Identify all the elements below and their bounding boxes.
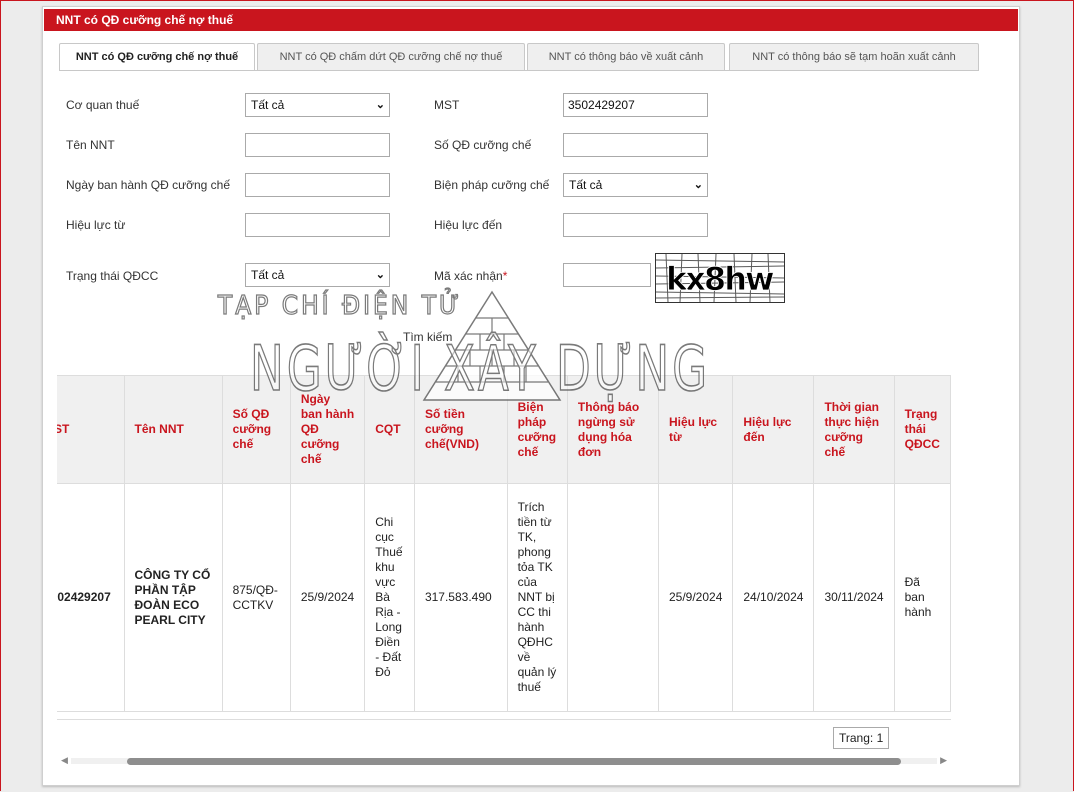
main-panel: NNT có QĐ cưỡng chế nợ thuế NNT có QĐ cư… (42, 6, 1020, 786)
captcha-image: kx8hw (655, 253, 785, 303)
chevron-down-icon: ⌄ (375, 99, 385, 111)
col-header-mst[interactable]: MST (57, 375, 125, 484)
trang-thai-select[interactable]: Tất cả ⌄ (245, 263, 390, 287)
col-header-ngay-ban-hanh[interactable]: Ngày ban hành QĐ cưỡng chế (289, 375, 366, 484)
scroll-right-icon[interactable]: ▶ (940, 755, 947, 766)
col-header-hieu-luc-den[interactable]: Hiệu lực đến (732, 375, 815, 484)
co-quan-thue-select[interactable]: Tất cả ⌄ (245, 93, 390, 117)
cell-so-tien: 317.583.490 (413, 483, 508, 712)
cell-hieu-luc-tu: 25/9/2024 (657, 483, 734, 712)
ten-nnt-label: Tên NNT (66, 138, 115, 152)
cell-bien-phap: Trích tiền từ TK, phong tỏa TK của NNT b… (506, 483, 568, 712)
search-button[interactable]: Tìm kiếm (403, 330, 452, 344)
tab-qd-cuong-che[interactable]: NNT có QĐ cưỡng chế nợ thuế (59, 43, 255, 71)
mst-label: MST (434, 98, 460, 112)
cell-cqt: Chi cục Thuế khu vực Bà Rịa - Long Điền … (364, 483, 415, 712)
ma-xac-nhan-label: Mã xác nhận* (434, 269, 507, 283)
tab-tam-hoan-xuat-canh[interactable]: NNT có thông báo sẽ tạm hoãn xuất cảnh (729, 43, 979, 71)
col-header-hieu-luc-tu[interactable]: Hiệu lực từ (657, 375, 734, 484)
so-qd-input[interactable] (563, 133, 708, 157)
pagination[interactable]: Trang: 1 (833, 727, 890, 749)
col-header-thong-bao-hoa-don[interactable]: Thông báo ngừng sử dụng hóa đơn (566, 375, 659, 484)
tab-thong-bao-xuat-canh[interactable]: NNT có thông báo về xuất cảnh (527, 43, 725, 71)
hieu-luc-tu-input[interactable] (245, 213, 390, 237)
hieu-luc-den-label: Hiệu lực đến (434, 218, 503, 232)
cell-so-qd: 875/QĐ-CCTKV (221, 483, 291, 712)
hieu-luc-den-input[interactable] (563, 213, 708, 237)
cell-mst: 3502429207 (57, 483, 125, 712)
required-mark: * (502, 269, 508, 283)
panel-title: NNT có QĐ cưỡng chế nợ thuế (44, 9, 1018, 31)
ngay-ban-hanh-label: Ngày ban hành QĐ cưỡng chế (66, 178, 230, 192)
scroll-left-icon[interactable]: ◀ (61, 755, 68, 766)
ngay-ban-hanh-input[interactable] (245, 173, 390, 197)
bien-phap-value: Tất cả (569, 178, 603, 192)
ten-nnt-input[interactable] (245, 133, 390, 157)
cell-thong-bao-hoa-don (566, 483, 659, 712)
table-row: 3502429207 CÔNG TY CỔ PHẦN TẬP ĐOÀN ECO … (57, 483, 951, 712)
cell-ten-nnt: CÔNG TY CỔ PHẦN TẬP ĐOÀN ECO PEARL CITY (123, 483, 223, 712)
col-header-cqt[interactable]: CQT (364, 375, 415, 484)
bien-phap-label: Biện pháp cưỡng chế (434, 178, 550, 192)
trang-thai-value: Tất cả (251, 268, 285, 282)
ma-xac-nhan-text: Mã xác nhận (434, 269, 503, 283)
tab-cham-dut-qd[interactable]: NNT có QĐ chấm dứt QĐ cưỡng chế nợ thuế (257, 43, 525, 71)
col-header-trang-thai[interactable]: Trạng thái QĐCC (893, 375, 951, 484)
mst-input[interactable]: 3502429207 (563, 93, 708, 117)
so-qd-label: Số QĐ cưỡng chế (434, 138, 532, 152)
scroll-thumb[interactable] (127, 758, 901, 765)
col-header-so-qd[interactable]: Số QĐ cưỡng chế (221, 375, 291, 484)
cell-hieu-luc-den: 24/10/2024 (732, 483, 815, 712)
captcha-text: kx8hw (666, 260, 774, 298)
bien-phap-select[interactable]: Tất cả ⌄ (563, 173, 708, 197)
co-quan-thue-value: Tất cả (251, 98, 285, 112)
results-table-viewport[interactable]: MST Tên NNT Số QĐ cưỡng chế Ngày ban hàn… (57, 375, 951, 720)
chevron-down-icon: ⌄ (375, 269, 385, 281)
co-quan-thue-label: Cơ quan thuế (66, 98, 140, 112)
cell-trang-thai: Đã ban hành (893, 483, 951, 712)
cell-thoi-gian: 30/11/2024 (813, 483, 895, 712)
table-header-row: MST Tên NNT Số QĐ cưỡng chế Ngày ban hàn… (57, 375, 951, 484)
horizontal-scrollbar[interactable]: ◀ ▶ (57, 753, 951, 769)
col-header-ten-nnt[interactable]: Tên NNT (123, 375, 223, 484)
col-header-thoi-gian[interactable]: Thời gian thực hiện cưỡng chế (813, 375, 895, 484)
col-header-bien-phap[interactable]: Biện pháp cưỡng chế (506, 375, 568, 484)
col-header-so-tien[interactable]: Số tiền cưỡng chế(VND) (413, 375, 508, 484)
ma-xac-nhan-input[interactable] (563, 263, 651, 287)
cell-ngay-ban-hanh: 25/9/2024 (289, 483, 366, 712)
hieu-luc-tu-label: Hiệu lực từ (66, 218, 126, 232)
results-table: MST Tên NNT Số QĐ cưỡng chế Ngày ban hàn… (57, 375, 951, 712)
trang-thai-label: Trạng thái QĐCC (66, 269, 159, 283)
tab-divider (59, 70, 979, 71)
chevron-down-icon: ⌄ (693, 179, 703, 191)
